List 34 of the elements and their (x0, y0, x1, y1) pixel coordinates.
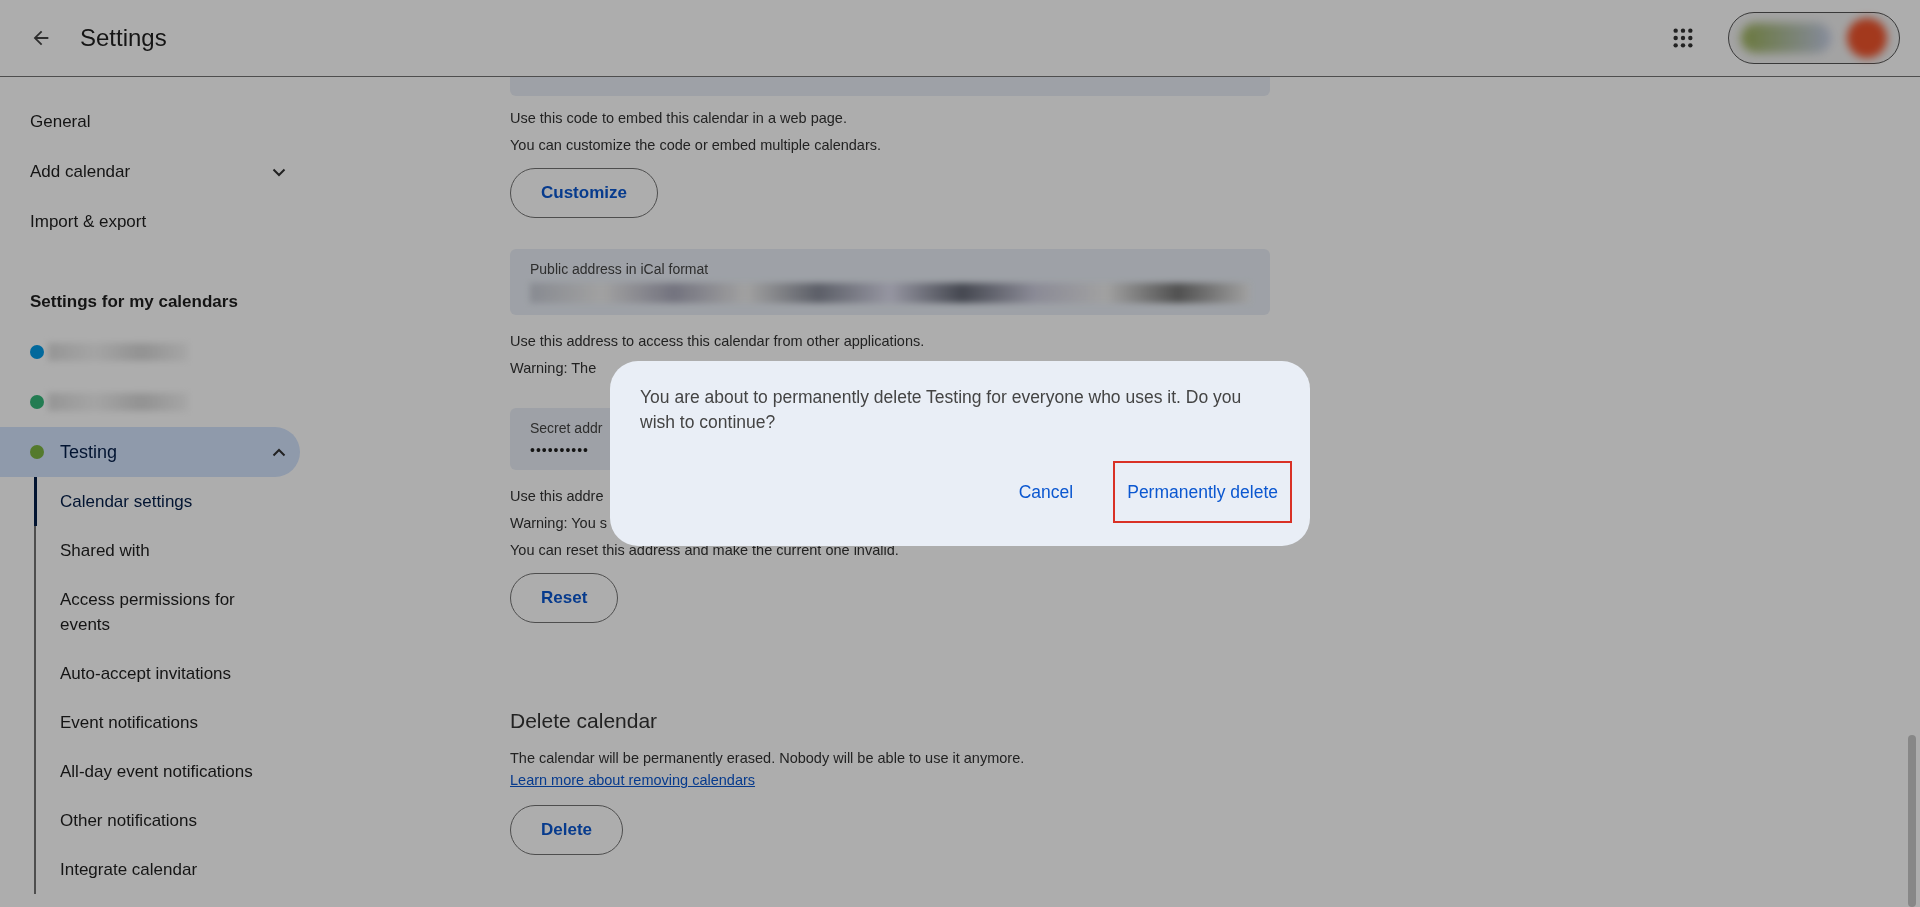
sidebar-subitem[interactable]: Access permissions for events (36, 575, 260, 649)
sidebar-subitem[interactable]: Other notifications (36, 796, 260, 845)
sidebar-subitem[interactable]: Auto-accept invitations (36, 649, 260, 698)
help-text: Use this addre (510, 487, 604, 505)
account-chip[interactable] (1728, 12, 1900, 64)
help-text: Warning: You s (510, 514, 607, 532)
section-heading: Delete calendar (510, 709, 659, 733)
sidebar-subitem[interactable]: All-day event notifications (36, 747, 260, 796)
page-title: Settings (80, 24, 167, 52)
help-text: You can customize the code or embed multiple calendars. (510, 136, 882, 154)
address-field[interactable]: Public address in iCal format (510, 249, 1270, 315)
sidebar-item[interactable]: Import & export (0, 197, 300, 247)
code-field[interactable] (510, 77, 1270, 96)
sidebar-subitem[interactable]: Calendar settings (34, 477, 260, 526)
outlined-button[interactable]: Customize (510, 168, 658, 218)
dialog-button[interactable]: Permanently delete (1113, 461, 1292, 523)
sidebar-subitem[interactable]: Integrate calendar (36, 845, 260, 894)
scrollbar-thumb[interactable] (1908, 735, 1916, 907)
section-title: Settings for my calendars (29, 291, 239, 313)
sidebar-item[interactable]: Add calendar (0, 147, 300, 197)
calendar-item[interactable]: Testing (0, 427, 300, 477)
dialog-message: You are about to permanently delete Testing for everyone who uses it. Do you wish to continue? (640, 386, 1243, 434)
learn-more-link[interactable]: Learn more about removing calendars (510, 772, 756, 788)
dialog-button[interactable]: Cancel (1004, 461, 1088, 523)
sidebar-subitem[interactable]: Shared with (36, 526, 260, 575)
sidebar-item[interactable]: General (0, 97, 300, 147)
help-text: Warning: The (510, 359, 597, 377)
sidebar-subitem[interactable]: Event notifications (36, 698, 260, 747)
apps-grid-icon[interactable] (1672, 27, 1694, 49)
help-text: Use this code to embed this calendar in a web page. (510, 109, 847, 127)
description-text: The calendar will be permanently erased. Nobody will be able to use it anymore. Learn more about removing calendars (510, 749, 1026, 790)
outlined-button[interactable]: Reset (510, 573, 619, 623)
outlined-button[interactable]: Delete (510, 805, 624, 855)
help-text: Use this address to access this calendar from other applications. (510, 332, 925, 350)
